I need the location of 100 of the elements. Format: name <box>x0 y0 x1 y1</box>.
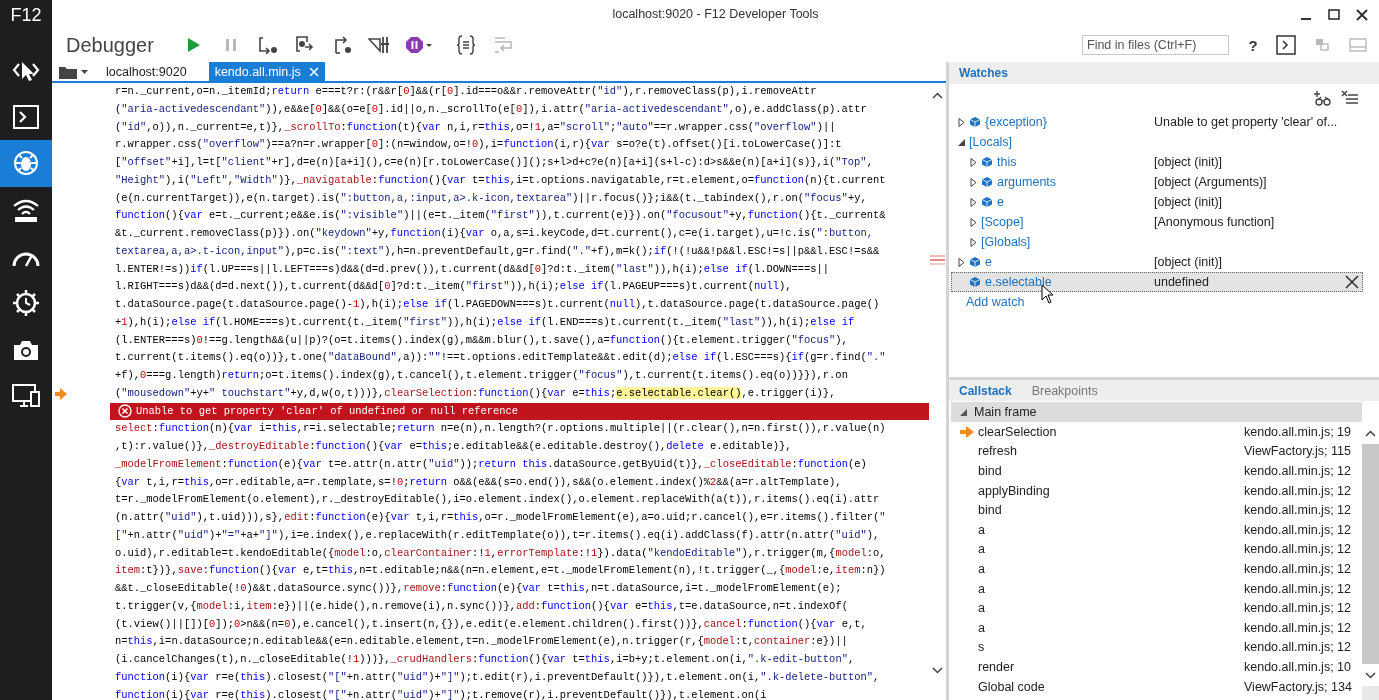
caret-icon[interactable] <box>81 69 88 74</box>
expand-arrow-icon[interactable] <box>968 197 978 207</box>
expand-arrow-icon[interactable] <box>968 237 978 247</box>
code-line: (e(n.currentTarget)),e(n.target).is(":button,a,:input,a>.k-icon,textarea")||r.focus()};i&&(t._tabindex(),r.on("focus"+y, <box>114 190 867 206</box>
watch-row[interactable]: [Globals] <box>951 232 1363 252</box>
watch-row[interactable]: arguments [object (Arguments)] <box>951 172 1363 192</box>
code-line: ("id",o)),n._current=e,t)},_scrollTo:function(t){var n,i,r=this,o=!1,a="scroll";"auto"==r.wrapper.css("overflow")|| <box>114 119 836 135</box>
expand-arrow-icon[interactable] <box>968 177 978 187</box>
watch-value: [Anonymous function] <box>1154 215 1275 229</box>
gear-icon <box>12 289 40 318</box>
callstack-row[interactable]: a kendo.all.min.js; 12 <box>949 578 1362 599</box>
error-message: Unable to get property 'clear' of undefined or null reference <box>136 405 519 418</box>
function-name: applyBinding <box>978 483 1051 498</box>
function-name: render <box>978 659 1016 674</box>
function-name: a <box>978 581 986 596</box>
callstack-row[interactable]: a kendo.all.min.js; 12 <box>949 539 1362 560</box>
clear-list-icon[interactable] <box>1341 90 1359 106</box>
callstack-row[interactable]: render kendo.all.min.js; 10 <box>949 657 1362 677</box>
console-icon <box>12 103 40 130</box>
step-out-icon <box>332 36 352 54</box>
callstack-row[interactable]: s kendo.all.min.js; 12 <box>949 637 1362 658</box>
tab-label: localhost:9020 <box>106 64 187 79</box>
expand-arrow-icon[interactable] <box>956 257 966 267</box>
watch-row[interactable]: [Locals] <box>951 132 1363 152</box>
code-line: ["offset"+i],l=t["client"+r],d=e(n)[a+i](),c=e(n)[r.toLowerCase()]();s+l>d+c?e(n)[a+i](s+l-c):d>s&&e(n)[a+i](s)},i("Top", <box>114 155 873 170</box>
search-field[interactable]: Find in files (Ctrl+F) <box>1082 35 1229 55</box>
code-line: "Height"),i("Left","Width")},_navigatable:function(){var t=this,i=t.options.navigatable,r=t.element,o=function(n){t.current <box>114 172 886 188</box>
function-name: a <box>978 542 986 557</box>
code-line: ,t):r.value()},_destroyEditable:function(){var e=this;e.editable&&(e.editable.destroy(),delete e.editable)}, <box>114 439 792 454</box>
delete-icon[interactable] <box>1345 275 1359 289</box>
play-icon <box>187 37 201 53</box>
group-header[interactable]: Main frame <box>951 402 1362 422</box>
code-line: ["+n.attr("uid")+"="+a+"]"),i=e.index(),e.replaceWith(r.editTemplate(o)),t=r.items().eq(i).addClass(f).attr(n.attr("uid"), <box>114 527 880 543</box>
watch-row[interactable]: e.selectable undefined <box>951 272 1363 292</box>
callstack-row[interactable]: bind kendo.all.min.js; 12 <box>949 461 1362 481</box>
watch-row[interactable]: e [object (init)] <box>951 252 1363 272</box>
add-watch-link[interactable]: Add watch <box>949 292 1379 312</box>
frame-location: kendo.all.min.js; 12 <box>1244 542 1351 557</box>
collapse-arrow-icon[interactable] <box>956 137 966 147</box>
watch-row[interactable]: e [object (init)] <box>951 192 1363 212</box>
chevron-up-icon[interactable] <box>932 92 943 99</box>
callstack-row[interactable]: refresh ViewFactory.js; 115 <box>949 441 1362 462</box>
funnel-icon <box>368 36 390 54</box>
glasses-icon[interactable] <box>1313 90 1331 106</box>
file-tab[interactable]: localhost:9020 <box>100 62 193 81</box>
expand-arrow-icon[interactable] <box>956 117 966 127</box>
expand-arrow-icon[interactable] <box>968 217 978 227</box>
code-line: r.wrapper.css("overflow")==a?n=r.wrapper[0]:(n=window,o=!0),i=function(i,r){var s=o?e(t).offset()[i.toLowerCase()]:t <box>114 137 842 153</box>
callstack-row[interactable]: Global code ViewFactory.js; 134 <box>949 676 1362 697</box>
watch-row[interactable]: this [object (init)] <box>951 152 1363 172</box>
watch-name: arguments <box>997 175 1057 189</box>
panel-tab[interactable]: Breakpoints <box>1031 383 1098 398</box>
callstack-row[interactable]: bind kendo.all.min.js; 12 <box>949 500 1362 520</box>
function-name: bind <box>978 464 1003 478</box>
cube-icon <box>981 176 993 188</box>
app-label: F12 <box>9 3 43 27</box>
watch-name: e <box>997 195 1004 209</box>
function-name: bind <box>978 503 1003 518</box>
callstack-row[interactable]: a kendo.all.min.js; 12 <box>949 598 1362 618</box>
group-label: Main frame <box>974 405 1037 419</box>
collapse-arrow-icon[interactable] <box>959 407 968 417</box>
watch-row[interactable]: [Scope] [Anonymous function] <box>951 212 1363 232</box>
file-tab[interactable]: kendo.all.min.js <box>208 62 325 81</box>
maximize-icon[interactable] <box>1327 8 1341 22</box>
frame-location: kendo.all.min.js; 19 <box>1244 424 1351 439</box>
panel-title: Debugger <box>65 33 155 57</box>
watch-name: this <box>997 155 1017 169</box>
code-line: n=this,i=n.dataSource;n.editable&&(e=n.editable.element,t=n._modelFromElement(e),n.trigger(r,{model:t,container:e})|| <box>114 634 848 650</box>
code-line: (t.view()||[])[0]);0>n&&(n=0),e.cancel(),t.insert(n,{}),e.edit(e.element.children().first())},cancel:function(){var e,t, <box>114 616 867 632</box>
function-name: refresh <box>978 444 1018 459</box>
chevron-up-icon[interactable] <box>1365 429 1376 437</box>
watch-row[interactable]: {exception} Unable to get property 'clear' of... <box>951 112 1363 132</box>
panel-tab[interactable]: Callstack <box>959 383 1012 398</box>
code-line: (n.attr("uid"),t.uid))),s},edit:function(e){var t,i,r=this,o=r._modelFromElement(e),a=o.uid;r.cancel(),e=r.items().filter(" <box>114 510 886 525</box>
watch-name: {exception} <box>985 115 1047 129</box>
close-icon[interactable] <box>1355 8 1369 22</box>
callstack-row[interactable]: applyBinding kendo.all.min.js; 12 <box>949 480 1362 501</box>
code-line: t.dataSource.page(t.dataSource.page()-1),h(i);else if(l.PAGEDOWN===s)t.current(null),t.dataSource.page(t.dataSource.page() <box>114 297 880 312</box>
function-name: a <box>978 522 986 537</box>
callstack-row[interactable]: a kendo.all.min.js; 12 <box>949 519 1362 540</box>
code-line: l.ENTER!=s))if(l.UP===s||l.LEFT===s)d&&(d=d.prev()),t.current(d&&d[0]?d:t._item("last")),h(i);else if(l.DOWN===s|| <box>114 261 830 277</box>
pause-icon <box>224 38 238 52</box>
watch-value: [object (init)] <box>1154 155 1223 169</box>
help-button[interactable]: ? <box>1241 32 1265 58</box>
code-line: function(){var e=t._current;e&&e.is(":visible")||(e=t._item("first")),t.current(e)}).on("focusout"+y,function(){t._current& <box>114 208 886 224</box>
frame-location: kendo.all.min.js; 12 <box>1244 561 1351 576</box>
callstack-row[interactable]: a kendo.all.min.js; 12 <box>949 559 1362 579</box>
dock-icon <box>1349 37 1367 53</box>
expand-arrow-icon[interactable] <box>968 157 978 167</box>
code-line: item:t})},save:function(){var e,t=this,n=t.editable;n&&(n=n.element,e=t._modelFromElement(n),!t.trigger(_,{model:e,item:n}) <box>114 563 886 579</box>
chevron-down-icon[interactable] <box>1365 671 1376 679</box>
braces-icon <box>456 35 476 55</box>
code-line: textarea,a,a>.t-icon,input"),p=c.is(":text"),h=n.preventDefault,g=r.find("."+f),m=k();if(!(!u&&!p&&l.ESC!=s||p&&l.ESC!=s&& <box>114 243 880 259</box>
chevron-down-icon[interactable] <box>932 667 943 674</box>
callstack-row[interactable]: clearSelection kendo.all.min.js; 19 <box>949 422 1362 442</box>
frame-location: ViewFactory.js; 134 <box>1244 679 1352 694</box>
function-name: a <box>978 601 986 616</box>
watch-value: [object (init)] <box>1154 195 1223 209</box>
code-line: t=r._modelFromElement(o.element),r._destroyEditable(),i=o.element.index(),o.element.replaceWith(a(t)),r.items().eq(i).attr <box>114 492 880 508</box>
callstack-row[interactable]: a kendo.all.min.js; 12 <box>949 617 1362 638</box>
